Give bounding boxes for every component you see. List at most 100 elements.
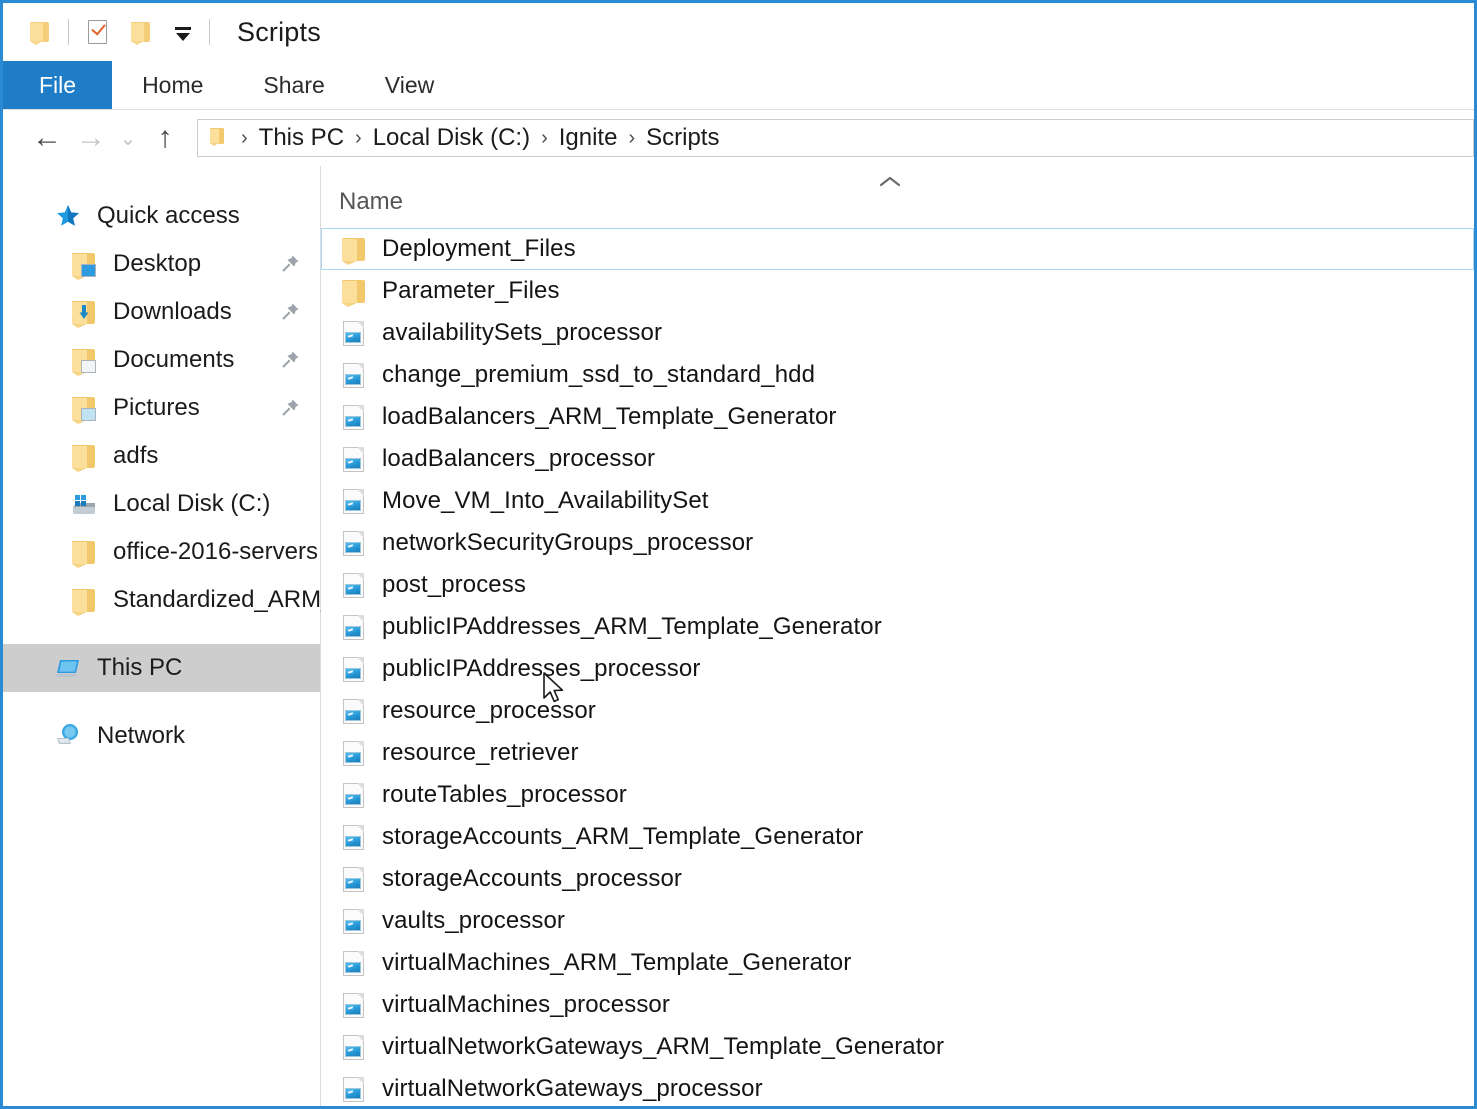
breadcrumb-item-ignite[interactable]: Ignite [557,124,620,152]
script-file-icon [339,822,367,852]
file-row[interactable]: Move_VM_Into_AvailabilitySet [321,480,1474,522]
properties-icon[interactable] [82,17,112,47]
file-row[interactable]: networkSecurityGroups_processor [321,522,1474,564]
sidebar-item-quick-access[interactable]: Quick access [3,192,320,240]
folder-icon [69,585,99,615]
file-row[interactable]: routeTables_processor [321,774,1474,816]
sidebar-item-label: Desktop [113,250,201,278]
toolbar-divider [68,19,69,45]
script-file-icon [339,696,367,726]
file-row[interactable]: virtualMachines_processor [321,984,1474,1026]
file-row[interactable]: loadBalancers_ARM_Template_Generator [321,396,1474,438]
file-list-pane: Name Deployment_Files Parameter_Filesavai… [321,166,1474,1107]
file-name: virtualMachines_processor [382,991,670,1019]
drive-icon [69,489,99,519]
folder-icon [69,537,99,567]
file-row[interactable]: virtualNetworkGateways_processor [321,1068,1474,1107]
script-file-icon [339,990,367,1020]
sidebar-item-this-pc[interactable]: This PC [3,644,320,692]
sort-ascending-icon [877,174,903,190]
breadcrumb-item-local-disk[interactable]: Local Disk (C:) [371,124,532,152]
pin-icon[interactable] [278,348,302,372]
folder-icon[interactable] [25,17,55,47]
script-file-icon [339,906,367,936]
sidebar-item-local-disk[interactable]: Local Disk (C:) [3,480,320,528]
file-row[interactable]: loadBalancers_processor [321,438,1474,480]
file-name: Parameter_Files [382,277,560,305]
file-name: Deployment_Files [382,235,576,263]
file-row[interactable]: availabilitySets_processor [321,312,1474,354]
new-folder-icon[interactable] [126,17,156,47]
pin-icon[interactable] [278,300,302,324]
back-button[interactable]: ← [25,116,69,160]
pin-icon[interactable] [278,252,302,276]
folder-icon [339,234,367,264]
file-name: availabilitySets_processor [382,319,662,347]
breadcrumb-separator-1: › [346,127,371,150]
file-row[interactable]: post_process [321,564,1474,606]
sidebar-item-label: Documents [113,346,234,374]
sidebar-item-network[interactable]: Network [3,712,320,760]
pin-icon[interactable] [278,396,302,420]
tab-file[interactable]: File [3,61,112,109]
sidebar-item-downloads[interactable]: Downloads [3,288,320,336]
file-row[interactable]: change_premium_ssd_to_standard_hdd [321,354,1474,396]
file-name: routeTables_processor [382,781,627,809]
sidebar-item-office-2016-servers[interactable]: office-2016-servers [3,528,320,576]
downloads-folder-icon [69,297,99,327]
script-file-icon [339,528,367,558]
file-row[interactable]: Parameter_Files [321,270,1474,312]
file-explorer-window: Scripts File Home Share View ← → ⌄ ↑ › T… [0,0,1477,1109]
file-row[interactable]: vaults_processor [321,900,1474,942]
file-row[interactable]: resource_processor [321,690,1474,732]
breadcrumb-separator-2: › [532,127,557,150]
script-file-icon [339,570,367,600]
tab-home[interactable]: Home [112,61,233,109]
breadcrumb-item-scripts[interactable]: Scripts [644,124,721,152]
sidebar-item-desktop[interactable]: Desktop [3,240,320,288]
tab-view[interactable]: View [355,61,464,109]
file-name: networkSecurityGroups_processor [382,529,753,557]
file-row[interactable]: publicIPAddresses_processor [321,648,1474,690]
sidebar-item-standardized-arm[interactable]: Standardized_ARM_ [3,576,320,624]
sidebar-spacer-2 [3,692,320,712]
script-file-icon [339,654,367,684]
sidebar-item-label: office-2016-servers [113,538,318,566]
script-file-icon [339,864,367,894]
file-name: storageAccounts_processor [382,865,682,893]
file-row[interactable]: storageAccounts_processor [321,858,1474,900]
script-file-icon [339,948,367,978]
column-header-row: Name [321,166,1474,228]
sidebar-item-documents[interactable]: Documents [3,336,320,384]
file-name: Move_VM_Into_AvailabilitySet [382,487,709,515]
file-row[interactable]: resource_retriever [321,732,1474,774]
script-file-icon [339,402,367,432]
up-button[interactable]: ↑ [143,116,187,160]
breadcrumb[interactable]: › This PC › Local Disk (C:) › Ignite › S… [197,119,1474,157]
file-row[interactable]: virtualMachines_ARM_Template_Generator [321,942,1474,984]
tab-share[interactable]: Share [233,61,354,109]
column-header-name[interactable]: Name [321,188,403,228]
file-row[interactable]: storageAccounts_ARM_Template_Generator [321,816,1474,858]
file-row[interactable]: Deployment_Files [321,228,1474,270]
file-row[interactable]: virtualNetworkGateways_ARM_Template_Gene… [321,1026,1474,1068]
file-list[interactable]: Deployment_Files Parameter_Files availabil… [321,228,1474,1107]
sidebar-item-adfs[interactable]: adfs [3,432,320,480]
this-pc-icon [53,653,83,683]
file-row[interactable]: publicIPAddresses_ARM_Template_Generator [321,606,1474,648]
script-file-icon [339,486,367,516]
forward-button[interactable]: → [69,116,113,160]
file-name: post_process [382,571,526,599]
sidebar-item-pictures[interactable]: Pictures [3,384,320,432]
folder-icon [69,441,99,471]
file-name: storageAccounts_ARM_Template_Generator [382,823,863,851]
ribbon-tab-bar: File Home Share View [3,61,1474,110]
sidebar-item-label: Local Disk (C:) [113,490,270,518]
sidebar-item-label: Standardized_ARM_ [113,586,334,614]
folder-icon [339,276,367,306]
address-bar: ← → ⌄ ↑ › This PC › Local Disk (C:) › Ig… [3,110,1474,166]
breadcrumb-item-this-pc[interactable]: This PC [257,124,346,152]
customize-dropdown-icon[interactable] [170,17,196,47]
recent-locations-button[interactable]: ⌄ [113,116,143,160]
sidebar-item-label: This PC [97,654,182,682]
